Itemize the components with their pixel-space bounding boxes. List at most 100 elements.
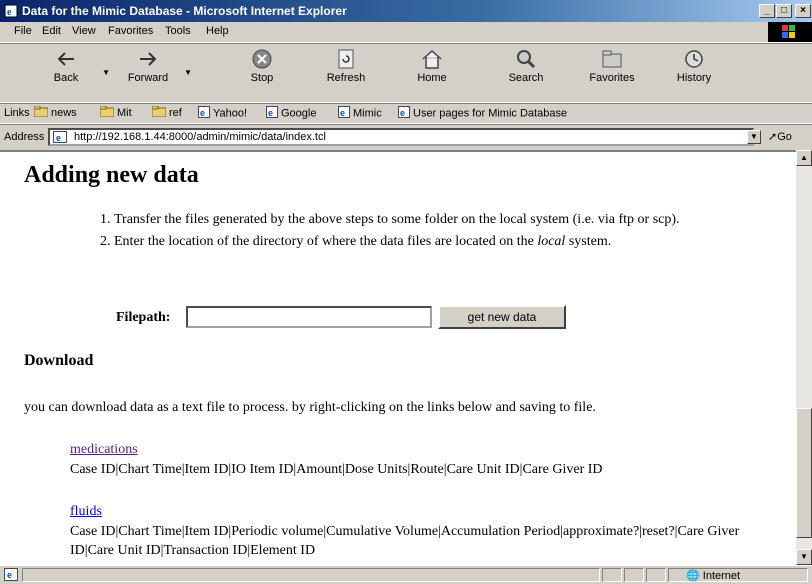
folder-icon <box>99 105 115 120</box>
search-icon <box>517 50 536 69</box>
back-arrow-icon <box>57 52 74 66</box>
maximize-button[interactable]: □ <box>776 4 792 18</box>
steps-list: Transfer the files generated by the abov… <box>70 210 774 254</box>
link-mit-label: Mit <box>117 106 132 119</box>
ie-page-icon: e <box>4 4 18 18</box>
favorites-folder-icon <box>602 50 622 68</box>
step-enter-location-text: Enter the location of the directory of w… <box>114 234 538 249</box>
link-user-pages[interactable]: e User pages for Mimic Database <box>398 106 567 121</box>
download-heading: Download <box>24 352 94 369</box>
stop-icon <box>252 49 272 69</box>
ie-page-icon: e <box>198 106 210 121</box>
link-google-label: Google <box>281 107 317 120</box>
forward-button[interactable]: Forward ▼ <box>118 48 192 98</box>
history-label: History <box>676 72 712 84</box>
window-title: Data for the Mimic Database - Microsoft … <box>22 4 347 18</box>
internet-zone: 🌐 Internet <box>686 569 740 582</box>
stop-button[interactable]: Stop <box>232 48 292 98</box>
ie-page-icon: e <box>266 106 278 121</box>
address-bar: Address e http://192.168.1.44:8000/admin… <box>0 124 812 149</box>
link-yahoo-label: Yahoo! <box>213 107 248 120</box>
home-button[interactable]: Home <box>402 48 462 98</box>
page-done-icon: e <box>4 568 18 584</box>
globe-icon: 🌐 <box>686 570 700 582</box>
link-news-label: news <box>51 106 77 119</box>
address-label: Address <box>4 131 45 143</box>
scroll-down-icon[interactable]: ▼ <box>796 549 812 565</box>
search-label: Search <box>508 72 544 84</box>
forward-label: Forward <box>127 72 169 84</box>
step-system-text: system. <box>565 234 612 249</box>
vertical-scrollbar[interactable]: ▲ ▼ <box>796 150 812 565</box>
medications-fields: Case ID|Chart Time|Item ID|IO Item ID|Am… <box>70 462 603 477</box>
go-button[interactable]: ➚Go <box>768 130 792 143</box>
go-arrow-icon: ➚ <box>768 131 778 143</box>
back-button[interactable]: Back ▼ <box>36 48 110 98</box>
standard-toolbar: Back ▼ Forward ▼ Stop Refresh Home Searc… <box>0 43 812 103</box>
history-button[interactable]: History <box>664 48 724 98</box>
menu-view[interactable]: View <box>72 25 96 37</box>
back-label: Back <box>53 72 79 84</box>
step-local-emphasis: local <box>537 234 566 249</box>
menu-favorites[interactable]: Favorites <box>108 25 153 37</box>
favorites-button[interactable]: Favorites <box>582 48 642 98</box>
page-heading: Adding new data <box>24 162 199 188</box>
filepath-input[interactable] <box>186 306 432 328</box>
search-button[interactable]: Search <box>496 48 556 98</box>
ie-page-icon: e <box>53 131 67 146</box>
favorites-label: Favorites <box>589 72 635 84</box>
minimize-button[interactable]: _ <box>759 4 775 18</box>
close-button[interactable]: × <box>795 4 811 18</box>
menu-help[interactable]: Help <box>206 25 229 37</box>
ie-page-icon: e <box>338 106 350 121</box>
folder-icon <box>151 105 167 120</box>
refresh-label: Refresh <box>326 72 366 84</box>
svg-text:e: e <box>7 7 12 18</box>
get-new-data-button[interactable]: get new data <box>438 305 566 329</box>
link-user-pages-label: User pages for Mimic Database <box>413 107 568 120</box>
zone-label: Internet <box>702 570 741 582</box>
scroll-up-icon[interactable]: ▲ <box>796 150 812 166</box>
medications-link[interactable]: medications <box>70 442 138 458</box>
step-enter-location: Enter the location of the directory of w… <box>114 232 774 252</box>
svg-text:e: e <box>200 108 205 118</box>
links-bar: Links news Mit ref e Yahoo! e Google e Mimi… <box>0 103 812 124</box>
page-content: Adding new data Transfer the files gener… <box>0 150 796 565</box>
refresh-button[interactable]: Refresh <box>316 48 376 98</box>
home-label: Home <box>417 72 447 84</box>
address-dropdown-icon[interactable]: ▼ <box>747 130 761 144</box>
links-label: Links <box>4 107 30 119</box>
link-news[interactable]: news <box>33 105 77 120</box>
scroll-thumb[interactable] <box>796 408 812 538</box>
link-mimic-label: Mimic <box>353 107 382 120</box>
folder-icon <box>33 105 49 120</box>
status-offline-pane <box>646 568 666 582</box>
title-bar: e Data for the Mimic Database - Microsof… <box>0 0 812 22</box>
link-yahoo[interactable]: e Yahoo! <box>198 106 247 121</box>
back-dropdown-icon[interactable]: ▼ <box>102 68 110 77</box>
ie-page-icon: e <box>398 106 410 121</box>
link-ref[interactable]: ref <box>151 105 182 120</box>
link-mimic[interactable]: e Mimic <box>338 106 382 121</box>
forward-dropdown-icon[interactable]: ▼ <box>184 68 192 77</box>
svg-text:e: e <box>56 133 61 143</box>
link-google[interactable]: e Google <box>266 106 316 121</box>
fluids-link[interactable]: fluids <box>70 504 102 520</box>
svg-text:e: e <box>400 108 405 118</box>
address-url: http://192.168.1.44:8000/admin/mimic/dat… <box>74 131 326 143</box>
windows-logo-icon <box>782 25 796 39</box>
status-text-pane <box>22 568 600 582</box>
menu-file[interactable]: File <box>14 25 32 37</box>
fluids-fields: Case ID|Chart Time|Item ID|Periodic volu… <box>70 524 740 558</box>
filepath-label: Filepath: <box>116 310 171 325</box>
menu-tools[interactable]: Tools <box>165 25 191 37</box>
status-lock-pane <box>624 568 644 582</box>
svg-text:e: e <box>268 108 273 118</box>
address-input[interactable]: e http://192.168.1.44:8000/admin/mimic/d… <box>48 128 754 146</box>
home-icon <box>422 49 442 69</box>
menu-bar: File Edit View Favorites Tools Help <box>0 22 812 43</box>
link-mit[interactable]: Mit <box>99 105 132 120</box>
refresh-icon <box>338 49 354 69</box>
menu-edit[interactable]: Edit <box>42 25 61 37</box>
status-progress-pane <box>602 568 622 582</box>
